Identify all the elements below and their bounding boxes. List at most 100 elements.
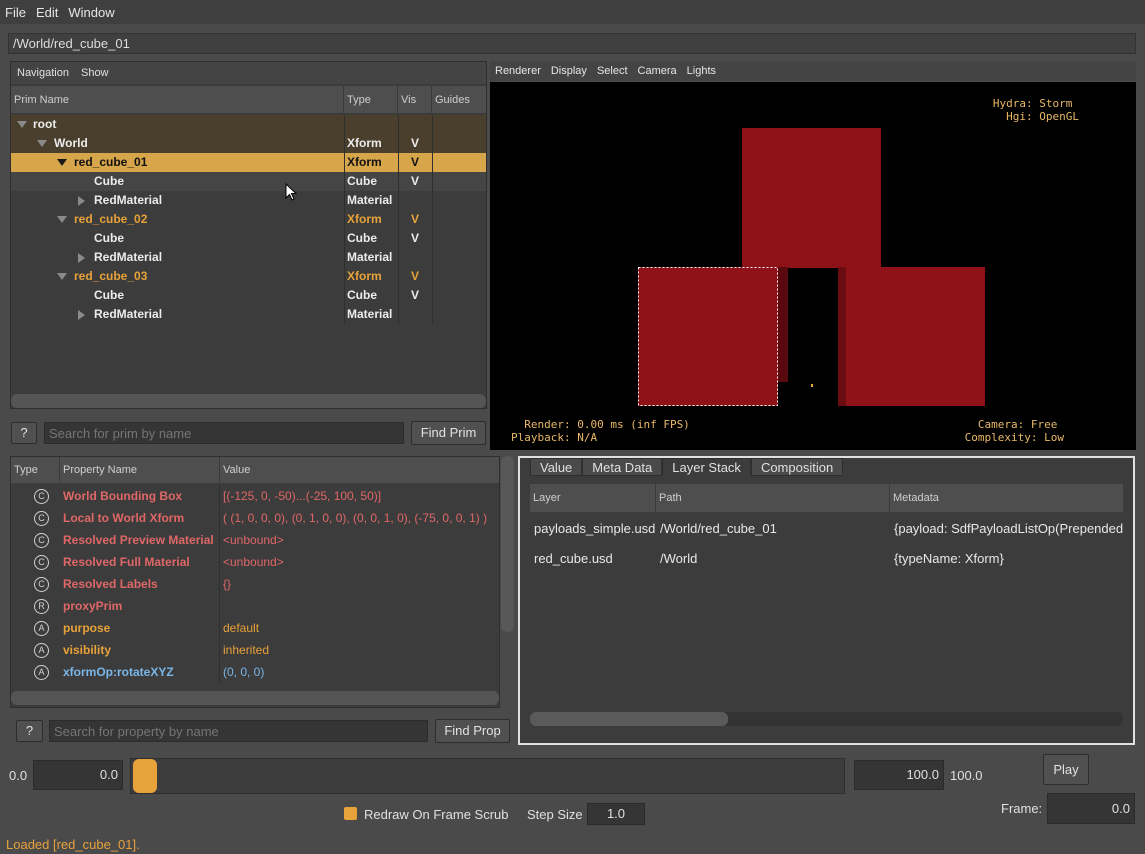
col-type[interactable]: Type: [344, 86, 398, 114]
property-row[interactable]: C Resolved Labels {}: [11, 573, 499, 595]
tab-layer-stack[interactable]: Layer Stack: [662, 458, 751, 476]
menu-select[interactable]: Select: [592, 65, 633, 77]
menu-edit[interactable]: Edit: [31, 5, 63, 20]
layer-horizontal-scrollbar[interactable]: [530, 712, 728, 726]
red-cube-right-side: [838, 267, 846, 406]
menu-window[interactable]: Window: [63, 5, 119, 20]
column-divider: [398, 115, 399, 324]
start-frame-label: 0.0: [9, 768, 28, 783]
step-size-label: Step Size: [527, 807, 583, 822]
prim-tree-horizontal-scrollbar[interactable]: [11, 394, 486, 408]
column-divider: [219, 573, 220, 595]
col-metadata[interactable]: Metadata: [890, 484, 1123, 512]
property-vertical-scrollbar[interactable]: [501, 456, 514, 632]
computed-property-icon: C: [34, 577, 49, 592]
play-button[interactable]: Play: [1043, 754, 1089, 785]
3d-viewport[interactable]: Hydra: Storm Hgi: OpenGL Render: 0.00 ms…: [490, 82, 1136, 450]
tree-row-redmaterial[interactable]: RedMaterial Material: [11, 248, 486, 267]
tree-row-cube[interactable]: Cube Cube V: [11, 286, 486, 305]
col-guides[interactable]: Guides: [432, 86, 486, 114]
find-prop-button[interactable]: Find Prop: [435, 719, 510, 743]
column-divider: [219, 639, 220, 661]
prim-search-input[interactable]: [44, 422, 404, 444]
column-divider: [219, 617, 220, 639]
property-row[interactable]: C Resolved Preview Material <unbound>: [11, 529, 499, 551]
tree-row-redmaterial[interactable]: RedMaterial Material: [11, 191, 486, 210]
col-prim-name[interactable]: Prim Name: [11, 86, 344, 114]
column-divider: [432, 115, 433, 324]
inspector-panel: Value Meta Data Layer Stack Composition …: [518, 456, 1135, 745]
prim-tree-header: Prim Name Type Vis Guides: [11, 86, 486, 114]
attribute-icon: A: [34, 665, 49, 680]
redraw-checkbox[interactable]: [344, 807, 357, 820]
col-type[interactable]: Type: [11, 457, 60, 483]
menu-show[interactable]: Show: [75, 67, 115, 79]
red-cube-right[interactable]: [838, 267, 985, 406]
col-layer[interactable]: Layer: [530, 484, 656, 512]
property-row[interactable]: C World Bounding Box [(-125, 0, -50)...(…: [11, 485, 499, 507]
tree-row-cube[interactable]: Cube Cube V: [11, 229, 486, 248]
menu-display[interactable]: Display: [546, 65, 592, 77]
column-divider: [219, 551, 220, 573]
prim-path-field[interactable]: /World/red_cube_01: [8, 33, 1136, 54]
col-value[interactable]: Value: [220, 457, 499, 483]
origin-marker: [811, 384, 813, 387]
frame-field[interactable]: 0.0: [1047, 793, 1135, 824]
mouse-cursor-icon: [285, 183, 297, 201]
tab-composition[interactable]: Composition: [750, 458, 844, 476]
layer-row[interactable]: payloads_simple.usd /World/red_cube_01 {…: [530, 514, 1123, 544]
property-row[interactable]: A visibility inherited: [11, 639, 499, 661]
end-frame-field[interactable]: 100.0: [854, 760, 944, 790]
start-frame-field[interactable]: 0.0: [33, 760, 123, 790]
hud-camera-info: Camera: Free Complexity: Low: [964, 418, 1064, 444]
frame-slider[interactable]: [130, 758, 845, 794]
column-divider: [219, 529, 220, 551]
menu-bar: File Edit Window: [0, 0, 1145, 24]
tree-row-redmaterial[interactable]: RedMaterial Material: [11, 305, 486, 324]
viewport-menubar: Renderer Display Select Camera Lights: [490, 61, 1136, 81]
relationship-icon: R: [34, 599, 49, 614]
tab-value[interactable]: Value: [530, 458, 583, 476]
property-row[interactable]: R proxyPrim: [11, 595, 499, 617]
computed-property-icon: C: [34, 489, 49, 504]
step-size-field[interactable]: 1.0: [587, 803, 645, 825]
hud-renderer-info: Hydra: Storm Hgi: OpenGL: [992, 97, 1079, 123]
menu-navigation[interactable]: Navigation: [11, 67, 75, 79]
col-property-name[interactable]: Property Name: [60, 457, 220, 483]
scene-render: [638, 128, 985, 406]
frame-slider-handle[interactable]: [133, 759, 157, 793]
menu-camera[interactable]: Camera: [633, 65, 682, 77]
prim-help-button[interactable]: ?: [11, 422, 37, 444]
tree-row-red-cube-01-selected[interactable]: red_cube_01 Xform V: [11, 153, 486, 172]
col-vis[interactable]: Vis: [398, 86, 432, 114]
layer-row[interactable]: red_cube.usd /World {typeName: Xform}: [530, 544, 1123, 574]
menu-file[interactable]: File: [0, 5, 31, 20]
computed-property-icon: C: [34, 511, 49, 526]
property-panel: Type Property Name Value C World Boundin…: [10, 456, 500, 708]
property-row[interactable]: A purpose default: [11, 617, 499, 639]
tab-meta-data[interactable]: Meta Data: [582, 458, 663, 476]
menu-renderer[interactable]: Renderer: [490, 65, 546, 77]
tree-row-red-cube-02[interactable]: red_cube_02 Xform V: [11, 210, 486, 229]
property-row[interactable]: A xformOp:rotateXYZ (0, 0, 0): [11, 661, 499, 683]
tree-row-world[interactable]: World Xform V: [11, 134, 486, 153]
red-cube-top[interactable]: [742, 128, 881, 268]
property-row[interactable]: C Resolved Full Material <unbound>: [11, 551, 499, 573]
red-cube-left[interactable]: [638, 267, 778, 406]
tree-row-root[interactable]: root: [11, 115, 486, 134]
tree-row-red-cube-03[interactable]: red_cube_03 Xform V: [11, 267, 486, 286]
find-prim-button[interactable]: Find Prim: [411, 421, 486, 445]
property-horizontal-scrollbar[interactable]: [11, 691, 499, 705]
property-search-input[interactable]: [49, 720, 428, 742]
property-help-button[interactable]: ?: [16, 720, 43, 742]
status-message: Loaded [red_cube_01].: [6, 837, 140, 852]
property-row[interactable]: C Local to World Xform ( (1, 0, 0, 0), (…: [11, 507, 499, 529]
red-cube-left-side: [778, 267, 788, 382]
tree-row-cube[interactable]: Cube Cube V: [11, 172, 486, 191]
menu-lights[interactable]: Lights: [682, 65, 721, 77]
attribute-icon: A: [34, 643, 49, 658]
column-divider: [219, 485, 220, 507]
col-path[interactable]: Path: [656, 484, 890, 512]
computed-property-icon: C: [34, 555, 49, 570]
column-divider: [219, 661, 220, 683]
